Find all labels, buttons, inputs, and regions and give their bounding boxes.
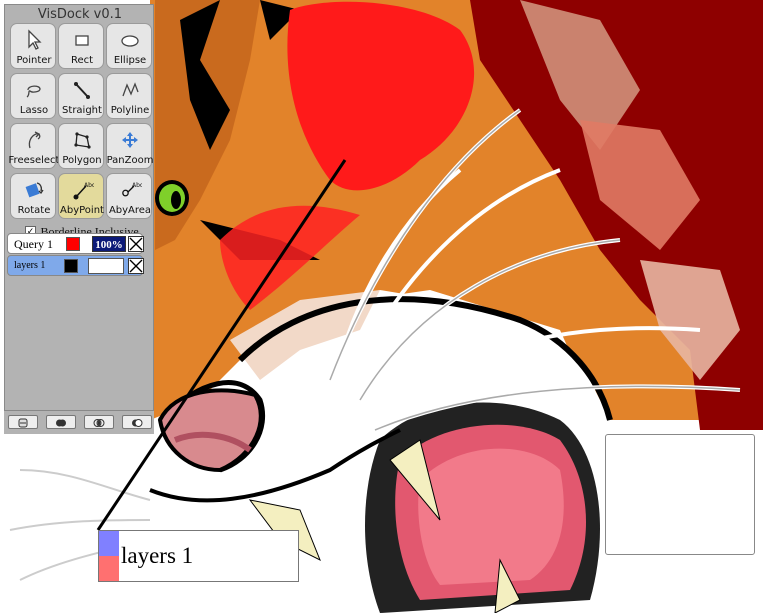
layer-opacity-field[interactable] — [88, 258, 124, 274]
rotate-icon — [11, 178, 57, 204]
legend-swatch-blue — [99, 531, 119, 556]
lasso-icon — [11, 78, 57, 104]
tool-label: Rect — [70, 55, 94, 66]
toolbox-title: VisDock v0.1 — [37, 7, 123, 22]
union-icon — [56, 419, 66, 427]
tool-label: Pointer — [16, 55, 52, 66]
rect-tool-button[interactable]: Rect — [58, 23, 104, 69]
ellipse-icon — [107, 28, 153, 54]
pointer-tool-button[interactable]: Pointer — [10, 23, 56, 69]
set-operations-bar — [4, 410, 154, 434]
legend-swatch-red — [99, 556, 119, 581]
rect-icon — [59, 28, 105, 54]
layer-opacity-field[interactable]: 100% — [92, 236, 126, 252]
straight-line-icon — [59, 78, 105, 104]
intersect-icon — [93, 419, 105, 427]
panzoom-tool-button[interactable]: PanZoom — [106, 123, 153, 169]
annotation-legend[interactable]: layers 1 — [98, 530, 299, 582]
tool-label: Straight — [62, 105, 102, 116]
annotate-by-area-tool-button[interactable]: Abc AbyArea — [106, 173, 152, 219]
annotate-area-icon: Abc — [107, 178, 153, 204]
freeselect-tool-button[interactable]: Freeselect — [9, 123, 59, 169]
tool-label: PanZoom — [106, 155, 154, 166]
tool-label: Lasso — [19, 105, 49, 116]
overview-panel[interactable] — [605, 434, 755, 555]
layer-row-query-1[interactable]: Query 1 100% — [7, 233, 144, 254]
freeselect-icon — [11, 128, 57, 154]
tool-label: Polygon — [62, 155, 102, 166]
tool-label: Ellipse — [113, 55, 147, 66]
layer-color-swatch[interactable] — [66, 237, 80, 251]
exclude-button[interactable] — [122, 415, 152, 429]
union-button[interactable] — [46, 415, 76, 429]
tool-label: Rotate — [17, 205, 51, 216]
intersect-button[interactable] — [84, 415, 114, 429]
pointer-icon — [11, 28, 57, 54]
exclude-icon — [132, 419, 143, 427]
legend-label: layers 1 — [121, 543, 194, 568]
polyline-icon — [107, 78, 153, 104]
svg-text:Abc: Abc — [132, 182, 142, 189]
tool-label: AbyArea — [108, 205, 152, 216]
layer-name: Query 1 — [14, 237, 53, 251]
lasso-tool-button[interactable]: Lasso — [10, 73, 56, 119]
erase-icon — [18, 418, 28, 428]
rotate-tool-button[interactable]: Rotate — [10, 173, 56, 219]
polygon-icon — [59, 128, 105, 154]
layer-remove-icon[interactable] — [128, 258, 144, 274]
layer-remove-icon[interactable] — [128, 236, 144, 252]
layer-color-swatch[interactable] — [64, 259, 78, 273]
tool-label: Freeselect — [8, 155, 60, 166]
tool-label: AbyPoint — [60, 205, 104, 216]
layer-name: layers 1 — [14, 260, 46, 271]
erase-button[interactable] — [8, 415, 38, 429]
annotate-point-icon: Abc — [59, 178, 105, 204]
ellipse-tool-button[interactable]: Ellipse — [106, 23, 152, 69]
annotate-by-point-tool-button[interactable]: Abc AbyPoint — [58, 173, 104, 219]
polyline-tool-button[interactable]: Polyline — [106, 73, 152, 119]
toolbox-panel: VisDock v0.1 Pointer Rect Ellipse Lasso … — [4, 4, 154, 434]
straight-tool-button[interactable]: Straight — [58, 73, 104, 119]
panzoom-icon — [107, 128, 153, 154]
tool-label: Polyline — [110, 105, 150, 116]
svg-text:Abc: Abc — [84, 182, 94, 189]
polygon-tool-button[interactable]: Polygon — [58, 123, 104, 169]
layer-row-layers-1[interactable]: layers 1 — [7, 255, 144, 276]
